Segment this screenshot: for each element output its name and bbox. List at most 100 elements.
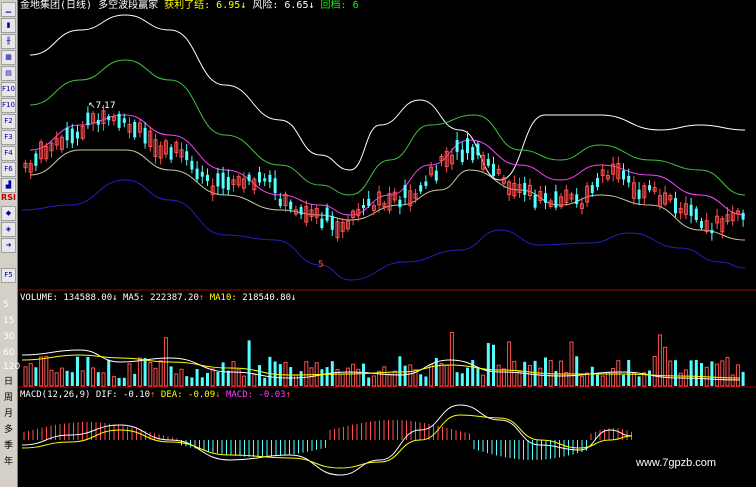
macd-dea-line: [21, 414, 633, 469]
volume-bar-up: [496, 364, 501, 387]
candle-body-down: [486, 158, 490, 166]
volume-bar-up: [382, 366, 387, 387]
watermark: www.7gpzb.com: [636, 457, 717, 469]
candle-body-down: [200, 171, 204, 177]
volume-bar-down: [185, 376, 189, 386]
volume-bar-down: [190, 377, 194, 386]
candle-body-down: [143, 127, 147, 144]
volume-bar-down: [117, 377, 121, 386]
volume-bar-down: [247, 340, 251, 386]
candle-body-down: [476, 143, 480, 156]
volume-bar-down: [419, 374, 423, 386]
volume-bar-up: [39, 356, 44, 387]
volume-bar-up: [444, 364, 449, 387]
volume-bar-up: [678, 372, 683, 387]
volume-bar-up: [371, 375, 376, 387]
volume-bar-up: [340, 373, 345, 387]
volume-bar-down: [226, 370, 230, 386]
candle-body-down: [268, 174, 272, 183]
volume-bar-up: [725, 356, 730, 387]
volume-bar-up: [44, 355, 49, 387]
upper-band-green: [29, 59, 746, 196]
lower-band-blue: [21, 179, 746, 281]
candle-body-down: [76, 131, 79, 139]
candle-body-down: [596, 178, 599, 187]
ma10-label: MA10:: [209, 293, 237, 303]
candle-body-down: [122, 118, 126, 123]
volume-bar-down: [710, 361, 714, 386]
volume-header: VOLUME: 134588.00↓ MA5: 222387.20↑ MA10:…: [20, 292, 296, 304]
volume-bar-down: [627, 359, 631, 386]
volume-bar-down: [648, 370, 651, 386]
volume-bar-up: [54, 372, 59, 387]
volume-bar-up: [616, 360, 621, 387]
volume-bar-down: [200, 377, 204, 386]
indicator-name: 多空波段赢家: [98, 0, 159, 11]
volume-bar-down: [107, 359, 111, 386]
volume-bar-up: [579, 376, 584, 387]
volume-bar-up: [585, 372, 590, 387]
candle-body-down: [221, 172, 225, 189]
candle-body-down: [65, 127, 69, 141]
volume-bar-down: [133, 373, 137, 386]
candle-body-down: [694, 208, 698, 221]
kline-chart[interactable]: [0, 0, 756, 487]
dif-label: DIF:: [95, 390, 118, 400]
profit-arrow: ↓: [240, 0, 247, 11]
volume-bar-up: [91, 367, 96, 387]
volume-bar-up: [293, 374, 298, 387]
candle-body-down: [533, 194, 537, 208]
stock-name: 金地集团: [20, 0, 60, 11]
volume-bar-down: [637, 376, 641, 386]
candle-body-down: [492, 163, 495, 177]
volume-bar-down: [289, 367, 293, 386]
dea-value: -0.09: [188, 390, 216, 400]
volume-bar-down: [492, 344, 495, 386]
high-price-marker: ↖7.17: [88, 101, 116, 111]
volume-bar-up: [231, 361, 236, 387]
volume-bar-down: [455, 372, 459, 386]
candle-body-down: [325, 207, 329, 221]
candle-body-down: [575, 194, 579, 205]
volume-bar-down: [122, 377, 126, 386]
risk-arrow: ↓: [308, 0, 315, 11]
volume-bar-down: [34, 367, 38, 386]
volume-bar-up: [657, 334, 662, 387]
volume-bar-up: [345, 367, 350, 387]
candle-body-down: [689, 204, 693, 216]
volume-bar-up: [101, 372, 106, 387]
ma5-value: 222387.20: [150, 293, 199, 303]
volume-bar-up: [730, 374, 735, 387]
dea-label: DEA:: [160, 390, 183, 400]
vol-axis-tick-60: 60: [3, 348, 15, 358]
volume-bar-up: [241, 375, 246, 387]
candle-body-down: [554, 191, 558, 208]
volume-bar-up: [715, 363, 720, 387]
candle-body-down: [96, 119, 100, 125]
volume-bar-down: [299, 371, 303, 386]
candle-body-down: [34, 153, 38, 166]
macd-header: MACD(12,26,9) DIF: -0.10↑ DEA: -0.09↓ MA…: [20, 389, 291, 401]
volume-bar-up: [351, 363, 356, 387]
volume-bar-up: [611, 368, 616, 387]
volume-bar-down: [596, 374, 599, 386]
volume-bar-up: [564, 372, 569, 387]
candle-body-down: [455, 139, 459, 152]
volume-arrow: ↓: [112, 293, 118, 303]
candle-body-down: [367, 198, 371, 206]
ma10-value: 218540.80: [242, 293, 292, 303]
candle-body-down: [648, 185, 651, 191]
volume-bar-up: [652, 355, 657, 387]
dif-value: -0.10: [122, 390, 151, 400]
volume-bar-down: [70, 372, 74, 386]
volume-bar-up: [137, 357, 142, 387]
volume-bar-down: [622, 374, 625, 386]
volume-bar-down: [466, 367, 469, 386]
volume-bar-up: [517, 371, 522, 387]
volume-bar-up: [527, 365, 532, 387]
ma10-arrow: ↓: [291, 293, 297, 303]
volume-bar-up: [304, 361, 309, 387]
volume-bar-up: [569, 341, 574, 387]
candle-body-down: [330, 215, 334, 230]
volume-bar-up: [127, 363, 132, 387]
